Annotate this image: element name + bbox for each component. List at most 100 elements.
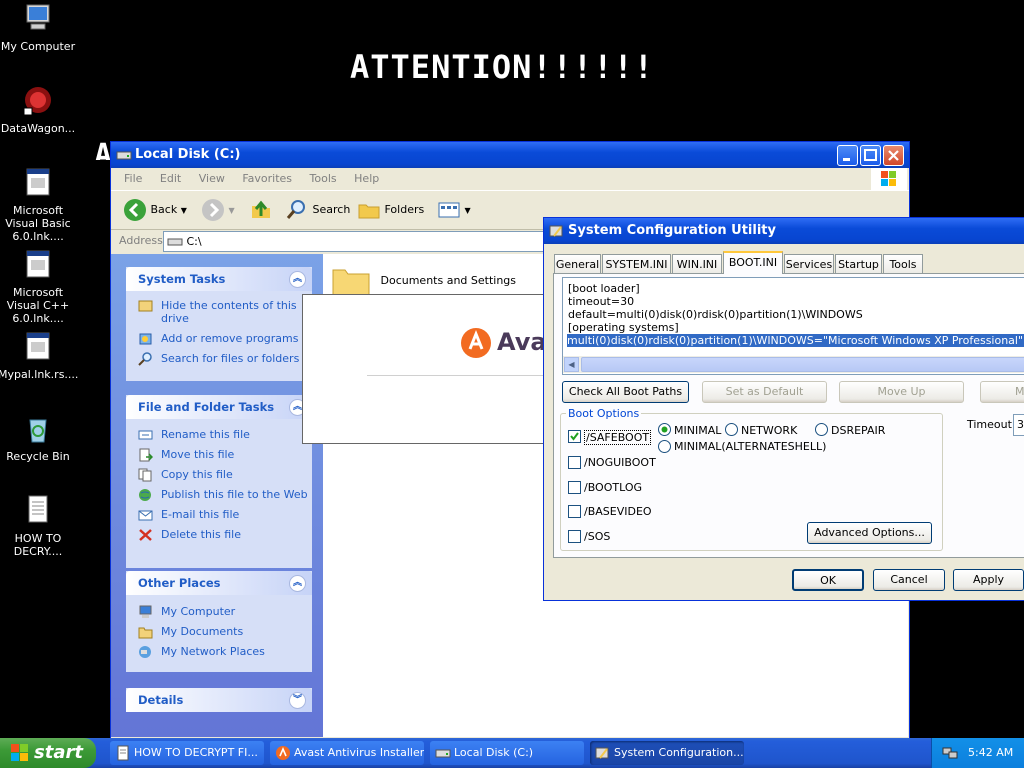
task-copy-file[interactable]: Copy this file [126, 468, 312, 482]
file-item[interactable]: Documents and Settings [331, 264, 516, 298]
close-button[interactable] [883, 145, 904, 166]
taskbar-item-system-configuration[interactable]: System Configuration... [590, 741, 744, 765]
views-button[interactable]: ▼ [437, 196, 471, 224]
network-label[interactable]: NETWORK [741, 424, 797, 437]
system-tasks-header[interactable]: System Tasks ︽ [126, 267, 312, 291]
mypal-shortcut-icon [26, 332, 50, 360]
taskbar-item-how-to-decrypt[interactable]: HOW TO DECRYPT FI... [110, 741, 264, 765]
drive-icon [435, 749, 451, 758]
menu-view[interactable]: View [199, 172, 225, 185]
dsrepair-label[interactable]: DSREPAIR [831, 424, 885, 437]
minimal-alternateshell-label[interactable]: MINIMAL(ALTERNATESHELL) [674, 440, 826, 453]
clock[interactable]: 5:42 AM [968, 738, 1013, 768]
scroll-left-button[interactable]: ◀ [564, 357, 579, 372]
collapse-chevron-icon[interactable]: ︽ [289, 575, 306, 592]
bootini-selected-line[interactable]: multi(0)disk(0)rdisk(0)partition(1)\WIND… [567, 334, 1024, 347]
menu-favorites[interactable]: Favorites [242, 172, 292, 185]
sos-checkbox[interactable] [568, 530, 581, 543]
task-move-file[interactable]: Move this file [126, 448, 312, 462]
details-header[interactable]: Details ︾ [126, 688, 312, 712]
apply-button[interactable]: Apply [953, 569, 1024, 591]
back-dropdown-icon[interactable]: ▼ [181, 206, 187, 215]
safeboot-label[interactable]: /SAFEBOOT [584, 430, 652, 445]
horizontal-scrollbar[interactable]: ◀ [563, 356, 1024, 373]
recycle-bin-icon [29, 419, 47, 443]
safeboot-checkbox[interactable] [568, 430, 581, 443]
forward-button[interactable]: ▼ [201, 196, 235, 224]
set-as-default-button[interactable]: Set as Default [702, 381, 827, 403]
msconfig-icon [549, 225, 563, 237]
start-button[interactable]: start [0, 738, 96, 768]
desktop-icon-mypal[interactable]: Mypal.lnk.rs.... [0, 330, 78, 381]
task-rename-file[interactable]: Rename this file [126, 428, 312, 441]
ok-button[interactable]: OK [792, 569, 864, 591]
taskbar-item-local-disk[interactable]: Local Disk (C:) [430, 741, 584, 765]
dsrepair-radio[interactable] [815, 423, 828, 436]
move-up-button[interactable]: Move Up [839, 381, 964, 403]
menu-edit[interactable]: Edit [160, 172, 181, 185]
task-hide-contents[interactable]: Hide the contents of this drive [126, 299, 312, 325]
desktop-icon-vb6[interactable]: Microsoft Visual Basic 6.0.lnk.... [0, 166, 78, 243]
task-delete-file[interactable]: Delete this file [126, 528, 312, 541]
task-email-file[interactable]: E-mail this file [126, 508, 312, 521]
place-my-documents[interactable]: My Documents [126, 625, 312, 639]
task-search-files[interactable]: Search for files or folders [126, 352, 312, 366]
taskbar-item-avast-installer[interactable]: Avast Antivirus Installer [270, 741, 424, 765]
place-my-computer[interactable]: My Computer [126, 605, 312, 618]
maximize-button[interactable] [860, 145, 881, 166]
collapse-chevron-icon[interactable]: ︽ [289, 271, 306, 288]
sos-label[interactable]: /SOS [584, 530, 610, 543]
back-button[interactable]: Back ▼ [123, 196, 187, 224]
desktop-icon-my-computer[interactable]: My Computer [0, 2, 78, 53]
tab-tools[interactable]: Tools [883, 254, 923, 273]
network-radio[interactable] [725, 423, 738, 436]
tab-boot-ini[interactable]: BOOT.INI [723, 251, 783, 274]
minimize-button[interactable] [837, 145, 858, 166]
folder-icon [332, 269, 370, 297]
tab-system-ini[interactable]: SYSTEM.INI [602, 254, 671, 273]
bootlog-checkbox[interactable] [568, 481, 581, 494]
explorer-titlebar[interactable]: Local Disk (C:) [111, 142, 909, 168]
menu-help[interactable]: Help [354, 172, 379, 185]
minimal-label[interactable]: MINIMAL [674, 424, 721, 437]
desktop-icon-datawagon[interactable]: DataWagon... [0, 84, 78, 135]
advanced-options-button[interactable]: Advanced Options... [807, 522, 932, 544]
minimal-radio[interactable] [658, 423, 671, 436]
tray-network-icon[interactable] [942, 745, 958, 761]
check-all-boot-paths-button[interactable]: Check All Boot Paths [562, 381, 689, 403]
bootini-listbox[interactable]: [boot loader] timeout=30 default=multi(0… [562, 277, 1024, 375]
desktop-icon-vcpp6[interactable]: Microsoft Visual C++ 6.0.lnk.... [0, 248, 78, 325]
msconfig-titlebar[interactable]: System Configuration Utility [544, 218, 1024, 244]
minimal-alternateshell-radio[interactable] [658, 440, 671, 453]
search-button[interactable]: Search [285, 196, 350, 224]
desktop-icon-recycle-bin[interactable]: Recycle Bin [0, 412, 78, 463]
cancel-button[interactable]: Cancel [873, 569, 945, 591]
tab-startup[interactable]: Startup [835, 254, 882, 273]
desktop-icon-how-to-decrypt[interactable]: HOW TO DECRY.... [0, 494, 78, 558]
scroll-thumb[interactable] [581, 357, 1024, 372]
noguiboot-checkbox[interactable] [568, 456, 581, 469]
basevideo-label[interactable]: /BASEVIDEO [584, 505, 652, 518]
menu-tools[interactable]: Tools [310, 172, 337, 185]
menu-file[interactable]: File [124, 172, 142, 185]
task-publish-web[interactable]: Publish this file to the Web [126, 488, 312, 501]
task-add-remove-programs[interactable]: Add or remove programs [126, 332, 312, 345]
avast-installer-window[interactable]: Avas [302, 294, 564, 444]
file-folder-tasks-header[interactable]: File and Folder Tasks ︽ [126, 395, 312, 419]
timeout-input[interactable]: 3 [1013, 414, 1024, 436]
bootlog-label[interactable]: /BOOTLOG [584, 481, 642, 494]
noguiboot-label[interactable]: /NOGUIBOOT [584, 456, 656, 469]
place-my-network-places[interactable]: My Network Places [126, 645, 312, 658]
tab-general[interactable]: General [554, 254, 601, 273]
move-down-button[interactable]: Mo [980, 381, 1024, 403]
other-places-header[interactable]: Other Places ︽ [126, 571, 312, 595]
forward-dropdown-icon[interactable]: ▼ [229, 206, 235, 215]
tab-win-ini[interactable]: WIN.INI [672, 254, 722, 273]
up-folder-button[interactable] [249, 196, 273, 224]
expand-chevron-icon[interactable]: ︾ [289, 692, 306, 709]
views-dropdown-icon[interactable]: ▼ [465, 206, 471, 215]
tab-services[interactable]: Services [784, 254, 834, 273]
folders-button[interactable]: Folders [357, 196, 424, 224]
basevideo-checkbox[interactable] [568, 505, 581, 518]
folders-icon [358, 204, 380, 219]
